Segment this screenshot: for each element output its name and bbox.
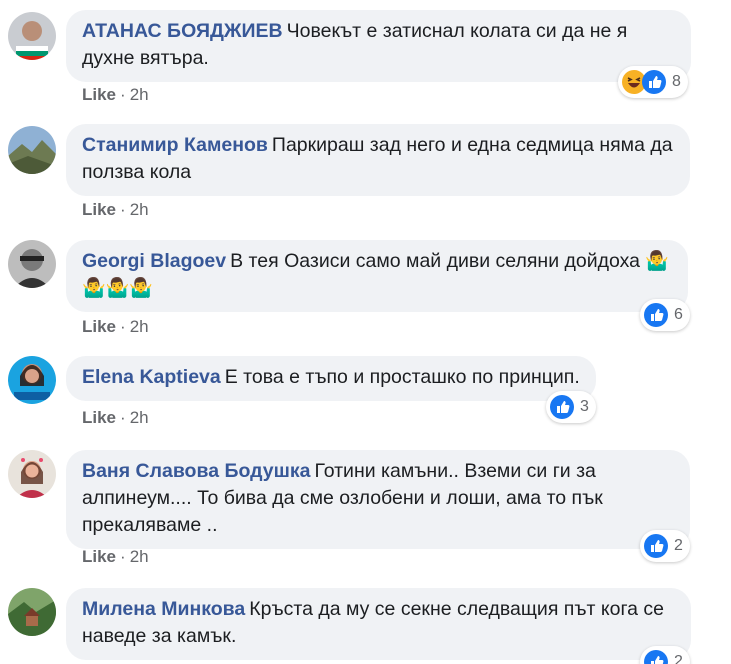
reactions-summary[interactable]: 3 <box>546 391 596 423</box>
comment-author[interactable]: Станимир Каменов <box>82 134 268 156</box>
like-button[interactable]: Like <box>82 85 116 104</box>
comment-bubble: АТАНАС БОЯДЖИЕВ Човекът е затиснал колата… <box>66 10 691 82</box>
avatar[interactable] <box>8 240 56 288</box>
comment-bubble: Elena Kaptieva Е това е тъпо и просташко … <box>66 356 596 401</box>
comment-meta: Like · 2h <box>82 85 149 104</box>
reactions-summary[interactable]: 8 <box>618 66 688 98</box>
comment-bubble: Ваня Славова Бодушка Готини камъни.. Взем… <box>66 450 690 549</box>
like-icon <box>641 69 667 95</box>
comment-meta: Like · 2h <box>82 547 149 566</box>
timestamp[interactable]: 2h <box>130 85 149 104</box>
like-icon <box>643 302 669 328</box>
shrug-emoji: 🤷‍♂️ <box>645 251 670 272</box>
reaction-count: 2 <box>674 653 683 664</box>
reactions-summary[interactable]: 2 <box>640 646 690 664</box>
like-icon <box>643 649 669 664</box>
timestamp[interactable]: 2h <box>130 547 149 566</box>
shrug-emoji-row: 🤷‍♂️🤷‍♂️🤷‍♂️ <box>82 278 153 299</box>
avatar[interactable] <box>8 588 56 636</box>
comment-meta: Like · 2h <box>82 200 149 219</box>
like-button[interactable]: Like <box>82 547 116 566</box>
comment-bubble: Станимир Каменов Паркираш зад него и една… <box>66 124 690 196</box>
comment-bubble: Милена Минкова Кръста да му се секне след… <box>66 588 691 660</box>
like-button[interactable]: Like <box>82 200 116 219</box>
avatar[interactable] <box>8 126 56 174</box>
comment-author[interactable]: АТАНАС БОЯДЖИЕВ <box>82 20 283 42</box>
reaction-count: 6 <box>674 306 683 323</box>
timestamp[interactable]: 2h <box>130 317 149 336</box>
like-icon <box>643 533 669 559</box>
timestamp[interactable]: 2h <box>130 200 149 219</box>
avatar[interactable] <box>8 356 56 404</box>
reactions-summary[interactable]: 6 <box>640 299 690 331</box>
reactions-summary[interactable]: 2 <box>640 530 690 562</box>
comment-bubble: Georgi Blagoev В тея Оазиси само май диви… <box>66 240 688 312</box>
comment-text: В тея Оазиси само май диви селяни дойдох… <box>230 250 640 272</box>
timestamp[interactable]: 2h <box>130 408 149 427</box>
comment-author[interactable]: Ваня Славова Бодушка <box>82 460 310 482</box>
avatar[interactable] <box>8 450 56 498</box>
comment-author[interactable]: Elena Kaptieva <box>82 366 221 388</box>
comment-author[interactable]: Georgi Blagoev <box>82 250 226 272</box>
comment-text: Е това е тъпо и просташко по принцип. <box>224 366 580 388</box>
reaction-count: 2 <box>674 537 683 554</box>
like-button[interactable]: Like <box>82 317 116 336</box>
like-button[interactable]: Like <box>82 408 116 427</box>
comment-meta: Like · 2h <box>82 317 149 336</box>
reaction-count: 8 <box>672 73 681 90</box>
comment-meta: Like · 2h <box>82 408 149 427</box>
avatar[interactable] <box>8 12 56 60</box>
like-icon <box>549 394 575 420</box>
reaction-count: 3 <box>580 398 589 415</box>
comment-author[interactable]: Милена Минкова <box>82 598 245 620</box>
